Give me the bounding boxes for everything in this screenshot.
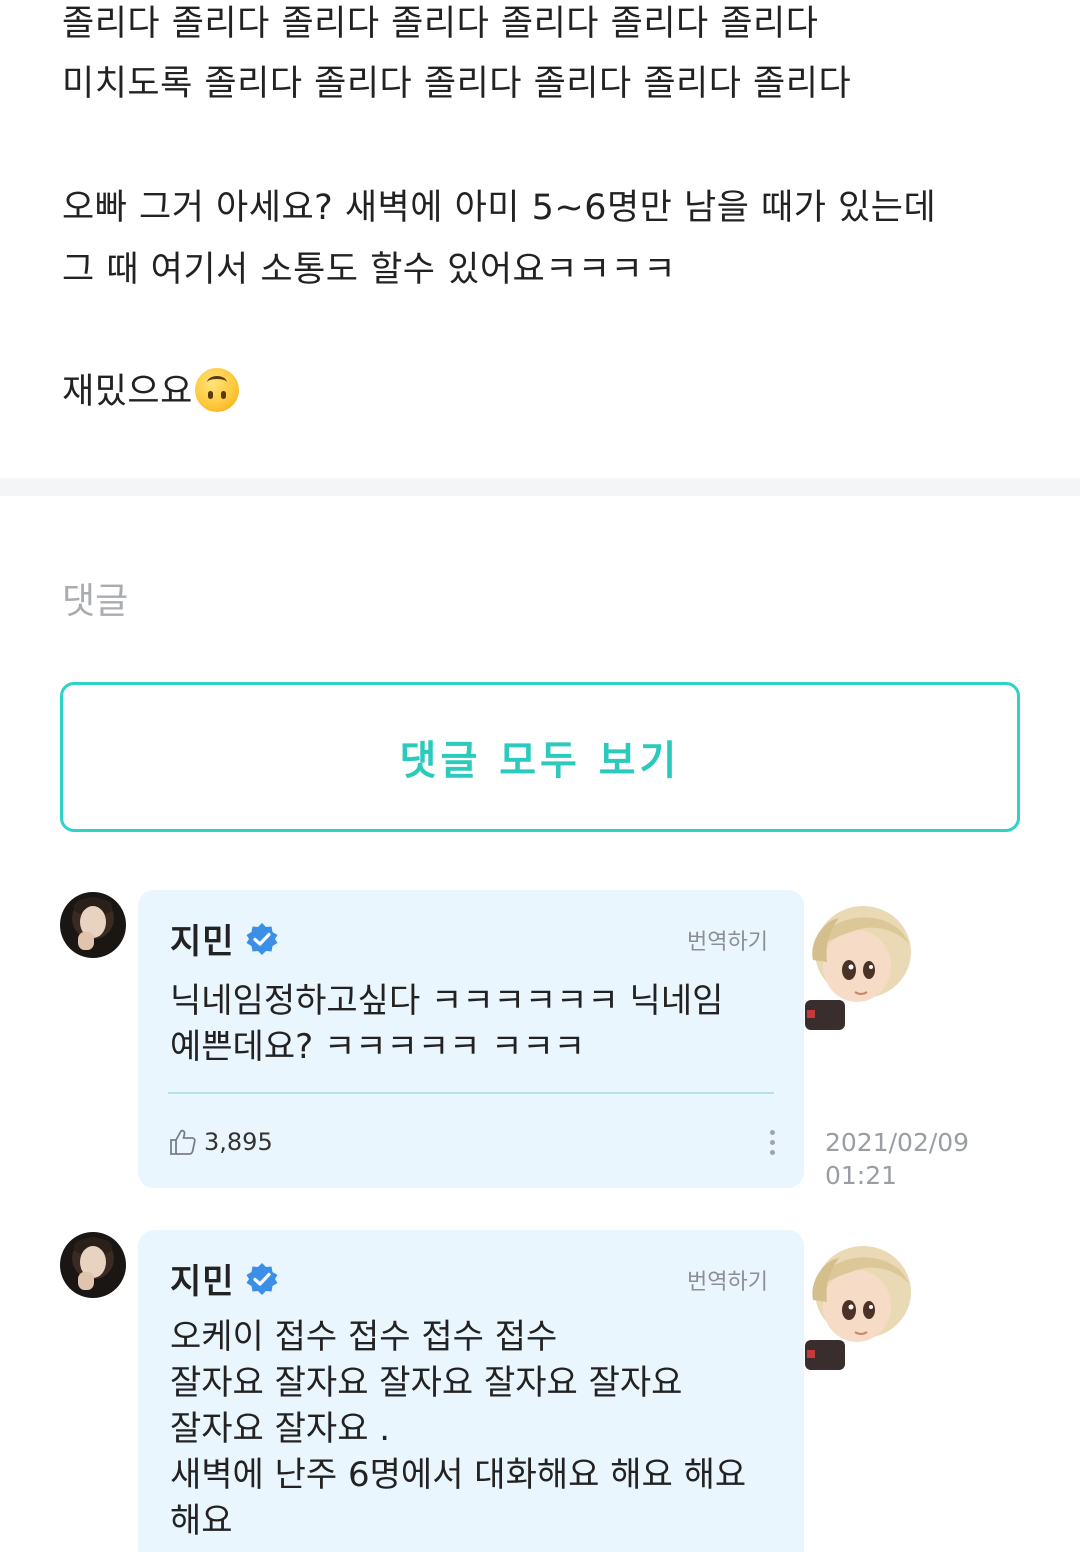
comment-time: 01:21 [825,1161,898,1190]
comment-date: 2021/02/09 [825,1128,970,1157]
comment-text: 닉네임정하고싶다 ㅋㅋㅋㅋㅋㅋ 닉네임 예쁜데요? ㅋㅋㅋㅋㅋ ㅋㅋㅋ [170,978,723,1070]
post-text-line: 미치도록 졸리다 졸리다 졸리다 졸리다 졸리다 졸리다 [62,64,852,104]
comment-bubble: 지민 번역하기 닉네임정하고싶다 ㅋㅋㅋㅋㅋㅋ 닉네임 예쁜데요? ㅋㅋㅋㅋㅋ … [138,890,804,1188]
thumbs-up-icon [170,1129,196,1155]
comment-text-line: 예쁜데요? ㅋㅋㅋㅋㅋ ㅋㅋㅋ [170,1027,586,1067]
comment-divider [168,1092,774,1094]
comment-text-line: 오케이 접수 접수 접수 접수 [170,1317,558,1357]
view-all-comments-button[interactable]: 댓글 모두 보기 [60,682,1020,832]
comments-heading: 댓글 [62,581,129,622]
post-text-line: 오빠 그거 아세요? 새벽에 아미 5~6명만 남을 때가 있는데 [62,188,937,228]
comment-text-line: 해요 [170,1501,233,1541]
post-text-line: 그 때 여기서 소통도 할수 있어요ㅋㅋㅋㅋ [62,250,677,290]
post-text-line: 재밌으요 [62,362,239,422]
comment-bubble: 지민 번역하기 오케이 접수 접수 접수 접수 잘자요 잘자요 잘자요 잘자요 … [138,1230,804,1552]
character-sticker-icon [805,1246,911,1370]
post-text-last: 재밌으요 [62,372,193,412]
avatar[interactable] [60,892,126,958]
comment-text-line: 새벽에 난주 6명에서 대화해요 해요 해요 [170,1455,747,1495]
comment-timestamp: 2021/02/09 01:21 [825,1126,969,1192]
like-button[interactable]: 3,895 [168,1127,273,1157]
translate-button[interactable]: 번역하기 [687,924,768,956]
comment-text-line: 잘자요 잘자요 . [170,1409,391,1449]
character-sticker-icon [805,906,911,1030]
avatar[interactable] [60,1232,126,1298]
comment-text: 오케이 접수 접수 접수 접수 잘자요 잘자요 잘자요 잘자요 잘자요 잘자요 … [170,1314,746,1544]
like-count: 3,895 [204,1128,273,1156]
comment-author-name[interactable]: 지민 [170,1254,235,1303]
comment-text-line: 닉네임정하고싶다 ㅋㅋㅋㅋㅋㅋ 닉네임 [170,981,724,1021]
post-detail-page: 졸리다 졸리다 졸리다 졸리다 졸리다 졸리다 졸리다 미치도록 졸리다 졸리다… [0,0,1080,1552]
post-text-line: 졸리다 졸리다 졸리다 졸리다 졸리다 졸리다 졸리다 [62,4,819,44]
verified-badge-icon [246,922,278,955]
comment-author-name[interactable]: 지민 [170,914,235,963]
translate-button[interactable]: 번역하기 [687,1264,768,1296]
comment-author-row: 지민 [170,914,279,963]
comment-text-line: 잘자요 잘자요 잘자요 잘자요 잘자요 [170,1363,683,1403]
verified-badge-icon [246,1262,278,1295]
upside-down-face-emoji-icon [194,368,239,412]
section-divider [0,478,1080,496]
more-options-icon[interactable] [770,1130,776,1155]
comment-author-row: 지민 [170,1254,279,1303]
